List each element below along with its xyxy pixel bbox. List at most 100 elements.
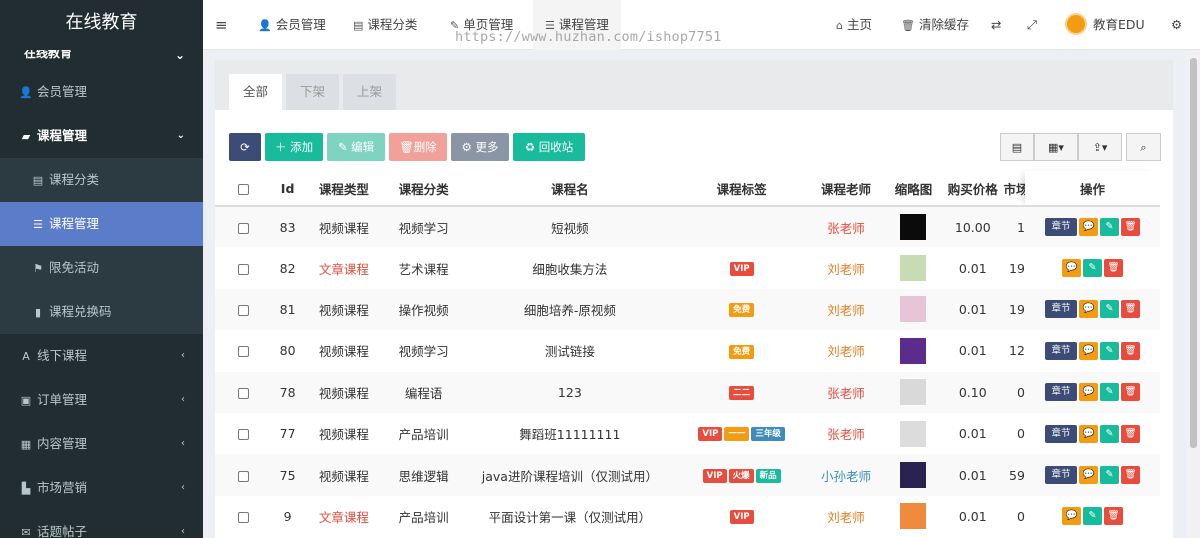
thumbnail-image[interactable] — [900, 255, 927, 282]
row-checkbox[interactable] — [215, 454, 272, 496]
col-type[interactable]: 课程类型 — [303, 171, 384, 207]
thumbnail-image[interactable] — [900, 462, 927, 489]
menu-toggle-icon[interactable]: ≡ — [215, 0, 228, 50]
sidebar-item-0[interactable]: 👤 会员管理 — [0, 70, 203, 114]
delete-trash-icon[interactable]: 🗑 — [1120, 341, 1140, 360]
delete-trash-icon[interactable]: 🗑 — [1120, 218, 1140, 237]
col-category[interactable]: 课程分类 — [383, 171, 464, 207]
scrollbar-thumb[interactable] — [1190, 58, 1197, 448]
edit-pencil-icon[interactable]: ✎ — [1099, 466, 1119, 485]
table-row[interactable]: 9 文章课程 产品培训 平面设计第一课（仅测试用） VIP 刘老师 0.01 0 💬 ✎ 🗑 — [215, 496, 1160, 537]
col-name[interactable]: 课程名 — [463, 171, 677, 207]
row-checkbox[interactable] — [215, 247, 271, 288]
cell-thumbnail[interactable] — [884, 454, 943, 496]
chapter-button[interactable]: 章节 — [1044, 466, 1077, 485]
sidebar-item-3[interactable]: ☰ 课程管理 — [0, 202, 203, 246]
row-checkbox[interactable] — [215, 330, 271, 371]
tab-category[interactable]: ▤ 课程分类 — [353, 0, 417, 50]
row-checkbox[interactable] — [215, 206, 272, 248]
cell-thumbnail[interactable] — [884, 288, 943, 331]
col-id[interactable]: Id — [271, 171, 304, 207]
thumbnail-image[interactable] — [900, 296, 927, 323]
chapter-button[interactable]: 章节 — [1044, 218, 1077, 237]
delete-button[interactable]: 🗑删除 — [389, 133, 447, 161]
comment-icon[interactable]: 💬 — [1061, 259, 1081, 278]
chapter-button[interactable]: 章节 — [1044, 383, 1077, 402]
thumbnail-image[interactable] — [900, 214, 927, 241]
thumbnail-image[interactable] — [900, 503, 927, 530]
export-icon[interactable]: ⇪▾ — [1078, 133, 1122, 161]
edit-pencil-icon[interactable]: ✎ — [1099, 424, 1119, 443]
thumbnail-image[interactable] — [900, 420, 927, 447]
row-checkbox[interactable] — [215, 288, 272, 331]
edit-pencil-icon[interactable]: ✎ — [1099, 218, 1119, 237]
search-icon[interactable]: ⌕ — [1126, 133, 1161, 161]
page-scrollbar[interactable] — [1187, 50, 1200, 538]
edit-pencil-icon[interactable]: ✎ — [1099, 341, 1119, 360]
recycle-bin-button[interactable]: ♻ 回收站 — [513, 133, 585, 161]
cell-thumbnail[interactable] — [885, 413, 942, 454]
edit-pencil-icon[interactable]: ✎ — [1082, 507, 1102, 526]
edit-pencil-icon[interactable]: ✎ — [1082, 259, 1102, 278]
sidebar-item-4[interactable]: ⚑ 限免活动 — [0, 246, 203, 290]
delete-trash-icon[interactable]: 🗑 — [1120, 466, 1140, 485]
edit-button[interactable]: ✎ 编辑 — [327, 133, 385, 161]
delete-trash-icon[interactable]: 🗑 — [1120, 383, 1140, 402]
fullscreen-icon[interactable]: ⤢ — [1027, 0, 1037, 50]
table-row[interactable]: 81 视频课程 操作视频 细胞培养-原视频 免费 刘老师 0.01 19 章节 💬 ✎ 🗑 — [215, 288, 1160, 331]
comment-icon[interactable]: 💬 — [1078, 341, 1098, 360]
sidebar-item-partial[interactable]: 在线教育 ⌄ — [0, 50, 203, 70]
sidebar-item-8[interactable]: ▦ 内容管理 ‹ — [0, 422, 203, 466]
sidebar-item-1[interactable]: ▰ 课程管理 ⌄ — [0, 114, 203, 158]
table-row[interactable]: 75 视频课程 思维逻辑 java进阶课程培训（仅测试用） VIP 火爆 新品 小孙老师 0.0… — [215, 454, 1160, 496]
sidebar-item-10[interactable]: ✉ 话题帖子 ‹ — [0, 510, 203, 538]
tab-offline[interactable]: 下架 — [286, 74, 340, 110]
delete-trash-icon[interactable]: 🗑 — [1103, 259, 1123, 278]
cell-thumbnail[interactable] — [885, 247, 942, 288]
col-teacher[interactable]: 课程老师 — [807, 171, 885, 207]
toggle-view-icon[interactable]: ▤ — [1000, 133, 1034, 161]
row-checkbox[interactable] — [215, 371, 272, 413]
clear-cache-button[interactable]: 🗑 清除缓存 — [901, 0, 969, 50]
col-price[interactable]: 购买价格 — [942, 171, 1004, 207]
cell-thumbnail[interactable] — [884, 206, 943, 248]
comment-icon[interactable]: 💬 — [1078, 424, 1098, 443]
tab-online[interactable]: 上架 — [343, 74, 397, 110]
thumbnail-image[interactable] — [900, 337, 927, 364]
chapter-button[interactable]: 章节 — [1044, 424, 1077, 443]
table-row[interactable]: 82 文章课程 艺术课程 细胞收集方法 VIP 刘老师 0.01 19 💬 ✎ 🗑 — [215, 247, 1160, 288]
edit-pencil-icon[interactable]: ✎ — [1099, 300, 1119, 319]
cell-thumbnail[interactable] — [884, 371, 943, 413]
sidebar-item-7[interactable]: ▣ 订单管理 ‹ — [0, 378, 203, 422]
user-menu[interactable]: 教育EDU — [1065, 0, 1145, 50]
settings-gear-icon[interactable]: ⚙ — [1171, 0, 1182, 50]
home-link[interactable]: ⌂ 主页 — [836, 0, 872, 50]
table-row[interactable]: 83 视频课程 视频学习 短视频 张老师 10.00 1 章节 💬 ✎ 🗑 — [215, 206, 1160, 248]
table-row[interactable]: 80 视频课程 视频学习 测试链接 免费 刘老师 0.01 12 章节 💬 ✎ 🗑 — [215, 330, 1160, 371]
delete-trash-icon[interactable]: 🗑 — [1120, 300, 1140, 319]
edit-pencil-icon[interactable]: ✎ — [1099, 383, 1119, 402]
col-tags[interactable]: 课程标签 — [676, 171, 808, 207]
row-checkbox[interactable] — [215, 496, 271, 537]
comment-icon[interactable]: 💬 — [1078, 218, 1098, 237]
cell-thumbnail[interactable] — [885, 496, 942, 537]
row-checkbox[interactable] — [215, 413, 271, 454]
columns-icon[interactable]: ▦▾ — [1034, 133, 1078, 161]
chapter-button[interactable]: 章节 — [1044, 300, 1077, 319]
select-all-checkbox[interactable] — [215, 171, 272, 207]
table-row[interactable]: 78 视频课程 编程语 123 二二 张老师 0.10 0 章节 💬 ✎ 🗑 — [215, 371, 1160, 413]
thumbnail-image[interactable] — [900, 379, 927, 406]
delete-trash-icon[interactable]: 🗑 — [1120, 424, 1140, 443]
comment-icon[interactable]: 💬 — [1061, 507, 1081, 526]
refresh-button[interactable]: ⟳ — [229, 133, 261, 161]
comment-icon[interactable]: 💬 — [1078, 466, 1098, 485]
tab-user[interactable]: 👤 会员管理 — [258, 0, 326, 50]
more-button[interactable]: ⚙ 更多 — [451, 133, 509, 161]
sidebar-item-2[interactable]: ▤ 课程分类 — [0, 158, 203, 202]
comment-icon[interactable]: 💬 — [1078, 383, 1098, 402]
cell-thumbnail[interactable] — [885, 330, 942, 371]
tab-all[interactable]: 全部 — [229, 74, 283, 110]
comment-icon[interactable]: 💬 — [1078, 300, 1098, 319]
add-button[interactable]: ＋ 添加 — [265, 133, 323, 161]
table-row[interactable]: 77 视频课程 产品培训 舞蹈班11111111 VIP 一一 三年级 张老师 0.01 0 章节 💬… — [215, 413, 1160, 454]
